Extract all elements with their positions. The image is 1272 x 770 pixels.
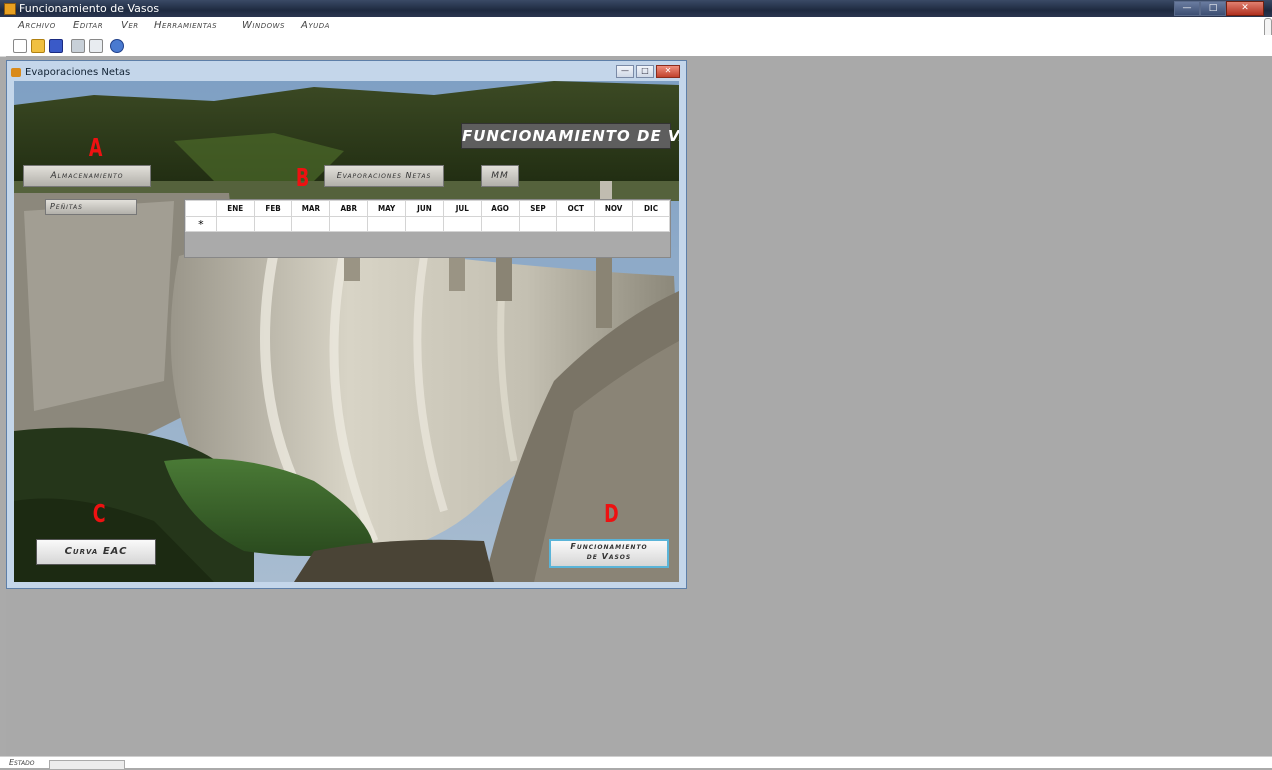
column-header[interactable]: MAR bbox=[291, 200, 331, 217]
status-bar: Estado bbox=[0, 756, 1272, 770]
menu-bar: Archivo Editar Ver Herramientas Windows … bbox=[0, 17, 1272, 35]
child-maximize-button[interactable]: □ bbox=[636, 65, 654, 78]
grid-cell[interactable] bbox=[329, 216, 369, 232]
menu-windows[interactable]: Windows bbox=[242, 20, 285, 31]
column-header[interactable]: OCT bbox=[556, 200, 596, 217]
child-close-button[interactable]: ✕ bbox=[656, 65, 680, 78]
column-header[interactable]: JUN bbox=[405, 200, 444, 217]
new-file-icon[interactable] bbox=[13, 39, 27, 53]
grid-cell[interactable] bbox=[632, 216, 670, 232]
funcionamiento-button-line1: Funcionamiento bbox=[570, 542, 648, 551]
new-row-indicator: * bbox=[185, 216, 217, 232]
maximize-button[interactable]: □ bbox=[1200, 1, 1226, 16]
child-window-evaporaciones: Evaporaciones Netas — □ ✕ FUNCIONAMIENTO… bbox=[6, 60, 687, 589]
child-title-bar: Evaporaciones Netas bbox=[11, 67, 131, 78]
column-header[interactable]: SEP bbox=[518, 200, 558, 217]
column-header[interactable]: DIC bbox=[632, 200, 670, 217]
menu-editar[interactable]: Editar bbox=[73, 20, 103, 31]
curva-eac-button[interactable]: Curva EAC bbox=[36, 539, 156, 565]
evaporaciones-label: Evaporaciones Netas bbox=[324, 165, 444, 187]
grid-cell[interactable] bbox=[253, 216, 293, 232]
column-header[interactable]: ABR bbox=[329, 200, 369, 217]
grid-cell[interactable] bbox=[480, 216, 520, 232]
marker-d: D bbox=[604, 499, 619, 528]
grid-cell[interactable] bbox=[556, 216, 596, 232]
funcionamiento-vasos-button[interactable]: Funcionamiento de Vasos bbox=[549, 539, 669, 568]
evaporation-grid[interactable]: ENE FEB MAR ABR MAY JUN JUL AGO SEP OCT … bbox=[184, 199, 671, 258]
child-minimize-button[interactable]: — bbox=[616, 65, 634, 78]
dam-photo bbox=[14, 81, 679, 582]
marker-c: C bbox=[92, 499, 106, 528]
grid-cell[interactable] bbox=[215, 216, 255, 232]
grid-cell[interactable] bbox=[594, 216, 634, 232]
status-label: Estado bbox=[9, 758, 35, 767]
print-preview-icon[interactable] bbox=[89, 39, 103, 53]
column-header[interactable]: FEB bbox=[253, 200, 293, 217]
almacenamiento-label: Almacenamiento bbox=[23, 165, 151, 187]
child-title: Evaporaciones Netas bbox=[25, 67, 131, 78]
grid-cell[interactable] bbox=[518, 216, 558, 232]
column-header[interactable]: ENE bbox=[215, 200, 255, 217]
grid-cell[interactable] bbox=[442, 216, 482, 232]
child-window-icon bbox=[11, 68, 21, 77]
minimize-button[interactable]: — bbox=[1174, 1, 1200, 16]
marker-a: A bbox=[88, 133, 103, 162]
menu-ayuda[interactable]: Ayuda bbox=[301, 20, 330, 31]
toolbar bbox=[0, 35, 1272, 57]
window-title: Funcionamiento de Vasos bbox=[19, 2, 160, 15]
column-header[interactable]: AGO bbox=[480, 200, 520, 217]
window-controls: — □ ✕ bbox=[1174, 1, 1264, 16]
child-window-controls: — □ ✕ bbox=[616, 65, 680, 78]
grid-cell[interactable] bbox=[367, 216, 407, 232]
column-header[interactable]: MAY bbox=[367, 200, 407, 217]
help-icon[interactable] bbox=[110, 39, 124, 53]
column-header[interactable]: JUL bbox=[442, 200, 482, 217]
penitas-label: Peñitas bbox=[45, 199, 137, 215]
table-row: * bbox=[185, 216, 670, 232]
menu-archivo[interactable]: Archivo bbox=[18, 20, 56, 31]
grid-cell[interactable] bbox=[291, 216, 331, 232]
open-folder-icon[interactable] bbox=[31, 39, 45, 53]
grid-corner-cell bbox=[185, 200, 217, 217]
marker-b: B bbox=[295, 163, 310, 192]
funcionamiento-button-line2: de Vasos bbox=[586, 552, 632, 561]
app-icon bbox=[4, 3, 16, 15]
menu-herramientas[interactable]: Herramientas bbox=[154, 20, 217, 31]
title-plaque: FUNCIONAMIENTO DE VASOS bbox=[461, 123, 679, 149]
window-titlebar: Funcionamiento de Vasos — □ ✕ bbox=[0, 0, 1272, 17]
column-header[interactable]: NOV bbox=[594, 200, 634, 217]
save-icon[interactable] bbox=[49, 39, 63, 53]
dam-background: FUNCIONAMIENTO DE VASOS A B C D Almacena… bbox=[14, 81, 679, 582]
menu-ver[interactable]: Ver bbox=[121, 20, 139, 31]
grid-cell[interactable] bbox=[405, 216, 444, 232]
status-progress-bar bbox=[49, 760, 125, 770]
print-icon[interactable] bbox=[71, 39, 85, 53]
grid-header-row: ENE FEB MAR ABR MAY JUN JUL AGO SEP OCT … bbox=[185, 200, 670, 217]
unit-label: MM bbox=[481, 165, 519, 187]
close-button[interactable]: ✕ bbox=[1226, 1, 1264, 16]
